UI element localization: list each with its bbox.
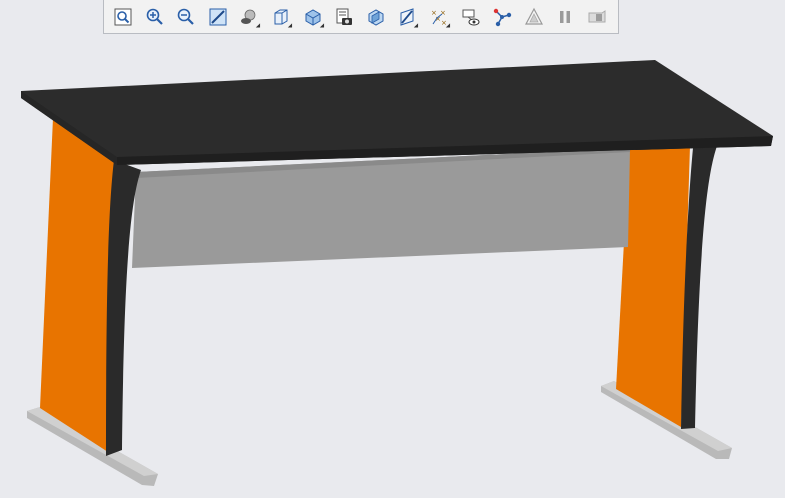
model-viewport[interactable]: × × × × <box>0 0 785 498</box>
desk-model[interactable] <box>0 0 785 498</box>
modesty-panel <box>132 148 630 268</box>
